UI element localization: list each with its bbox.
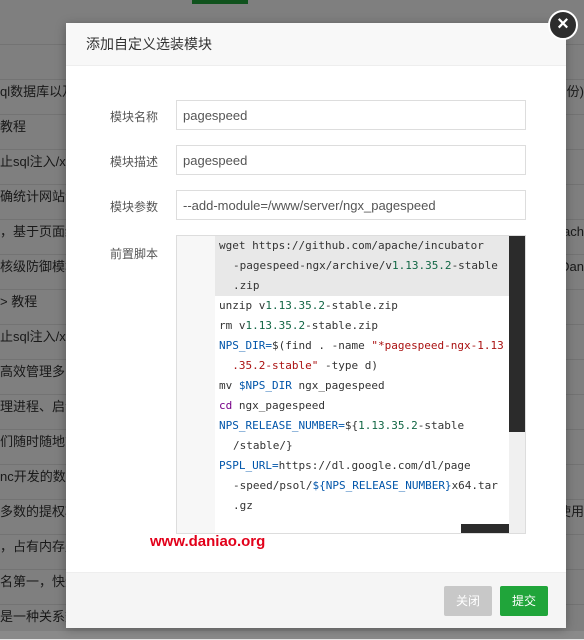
code-token: rm v bbox=[219, 319, 246, 332]
code-token: $(find . -name bbox=[271, 339, 372, 352]
code-line[interactable]: -speed/psol/${NPS_RELEASE_NUMBER}x64.tar bbox=[215, 476, 509, 496]
code-token: -stable bbox=[417, 419, 465, 432]
code-line[interactable]: .35.2-stable" -type d) bbox=[215, 356, 509, 376]
module-name-input[interactable] bbox=[176, 100, 526, 130]
code-token: NPS_DIR= bbox=[219, 339, 272, 352]
pre-script-label: 前置脚本 bbox=[109, 247, 158, 261]
dialog-footer: 关闭 提交 bbox=[66, 572, 566, 628]
code-token: $NPS_DIR bbox=[238, 379, 292, 392]
code-line[interactable]: 5mv $NPS_DIR ngx_pagespeed bbox=[215, 376, 509, 396]
code-line[interactable]: -pagespeed-ngx/archive/v1.13.35.2-stable bbox=[215, 256, 509, 276]
code-token: .gz bbox=[233, 499, 253, 512]
code-token: unzip v bbox=[219, 299, 266, 312]
code-token: .35.2-stable" bbox=[219, 359, 319, 372]
module-desc-input[interactable] bbox=[176, 145, 526, 175]
code-token: ngx_pagespeed bbox=[232, 399, 325, 412]
close-button[interactable]: 关闭 bbox=[444, 586, 492, 616]
code-line[interactable]: 3rm v1.13.35.2-stable.zip bbox=[215, 316, 509, 336]
code-token: -type d) bbox=[318, 359, 378, 372]
code-token: wget https://github.com/apache/incubator bbox=[219, 239, 484, 252]
module-params-input[interactable] bbox=[176, 190, 526, 220]
code-token: /stable/} bbox=[233, 439, 293, 452]
code-token: 1.13.35.2 bbox=[358, 419, 418, 432]
code-line[interactable]: PSPL_URL=https://dl.google.com/dl/page bbox=[215, 456, 509, 476]
code-token: PSPL_URL= bbox=[219, 459, 279, 472]
code-token: 1.13.35.2 bbox=[391, 259, 452, 272]
code-line[interactable]: 1wget https://github.com/apache/incubato… bbox=[215, 236, 509, 256]
module-name-label: 模块名称 bbox=[109, 110, 158, 124]
code-token: -speed/psol/ bbox=[233, 479, 313, 492]
line-number-gutter bbox=[177, 236, 215, 533]
code-token: -stable.zip bbox=[305, 319, 378, 332]
add-module-dialog: 添加自定义选装模块 模块名称 模块描述 模块参数 前置脚本 1wget http… bbox=[66, 23, 566, 628]
editor-horizontal-scrollbar[interactable] bbox=[461, 524, 509, 533]
pre-script-editor[interactable]: 1wget https://github.com/apache/incubato… bbox=[176, 235, 526, 534]
code-token: x64.tar bbox=[451, 479, 498, 492]
code-token: mv bbox=[219, 379, 239, 392]
code-token: 1.13.35.2 bbox=[245, 319, 306, 332]
close-icon[interactable]: × bbox=[548, 10, 578, 40]
code-token: https://dl.google.com/dl/page bbox=[278, 459, 471, 472]
code-token: ngx_pagespeed bbox=[291, 379, 385, 392]
code-area[interactable]: 1wget https://github.com/apache/incubato… bbox=[215, 236, 509, 533]
code-line[interactable]: 7NPS_RELEASE_NUMBER=${1.13.35.2-stable bbox=[215, 416, 509, 436]
code-line[interactable]: .zip bbox=[215, 276, 509, 296]
dialog-title: 添加自定义选装模块 bbox=[66, 23, 566, 66]
submit-button[interactable]: 提交 bbox=[500, 586, 548, 616]
code-token: -stable.zip bbox=[324, 299, 398, 312]
code-token: -pagespeed-ngx/archive/v bbox=[233, 259, 392, 272]
code-token: 1.13.35.2 bbox=[265, 299, 325, 312]
module-desc-label: 模块描述 bbox=[109, 155, 158, 169]
editor-scrollbar-thumb[interactable] bbox=[509, 236, 525, 432]
code-line[interactable]: .gz bbox=[215, 496, 509, 516]
watermark-text: www.daniao.org bbox=[150, 533, 266, 550]
code-token: ${NPS_RELEASE_NUMBER} bbox=[312, 479, 452, 492]
code-token: cd bbox=[219, 399, 233, 412]
code-line[interactable]: 2unzip v1.13.35.2-stable.zip bbox=[215, 296, 509, 316]
code-token: "*pagespeed-ngx-1.13 bbox=[371, 339, 504, 352]
code-token: ${ bbox=[344, 419, 359, 432]
code-token: NPS_RELEASE_NUMBER= bbox=[219, 419, 345, 432]
code-token: -stable bbox=[451, 259, 498, 272]
code-line[interactable]: 4NPS_DIR=$(find . -name "*pagespeed-ngx-… bbox=[215, 336, 509, 356]
code-token: .zip bbox=[233, 279, 260, 292]
module-params-label: 模块参数 bbox=[109, 200, 158, 214]
code-line[interactable]: 6cd ngx_pagespeed bbox=[215, 396, 509, 416]
code-line[interactable]: /stable/} bbox=[215, 436, 509, 456]
